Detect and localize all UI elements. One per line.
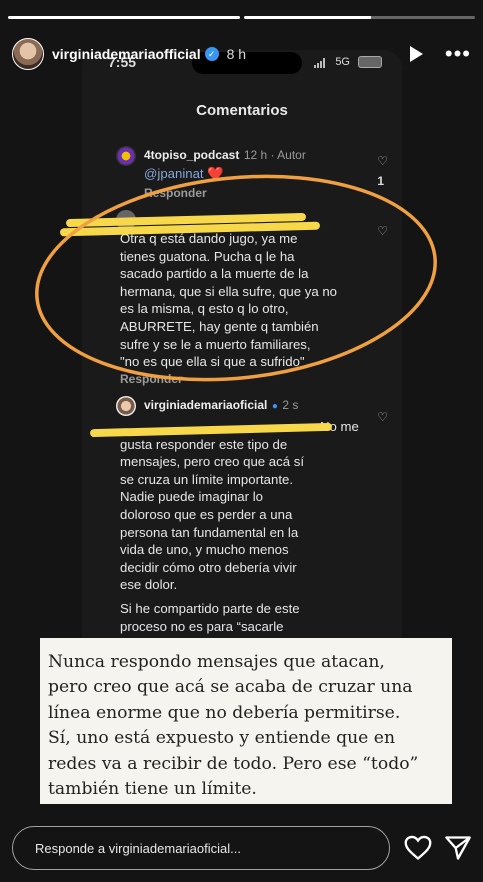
- reply-placeholder: Responde a virginiademariaoficial...: [35, 840, 241, 856]
- text-line: también tiene un límite.: [48, 779, 257, 800]
- text-line: pero creo que acá se acaba de cruzar una: [48, 677, 413, 698]
- reply-input[interactable]: Responde a virginiademariaoficial...: [12, 826, 390, 870]
- more-options-icon[interactable]: •••: [445, 43, 471, 65]
- send-icon[interactable]: [444, 835, 472, 861]
- verified-badge-icon: ✓: [204, 47, 219, 61]
- story-progress: [8, 16, 475, 19]
- progress-segment: [8, 16, 240, 19]
- text-line: Nunca respondo mensajes que atacan,: [48, 652, 385, 672]
- story-text-box: Nunca respondo mensajes que atacan, pero…: [40, 638, 452, 804]
- story-header: virginiademariaofficial ✓ 8 h •••: [12, 34, 471, 74]
- progress-segment: [243, 16, 475, 19]
- story-time: 8 h: [226, 46, 247, 62]
- story-username[interactable]: virginiademariaofficial: [52, 46, 201, 62]
- heart-icon[interactable]: [404, 835, 432, 861]
- play-icon[interactable]: [409, 46, 423, 62]
- text-line: Sí, uno está expuesto y entiende que en: [48, 728, 396, 749]
- text-line: línea enorme que no debería permitirse.: [48, 702, 401, 723]
- story-viewer: 7:55 5G Comentarios 4topiso_podcast 12 h…: [0, 0, 483, 882]
- text-line: redes va a recibir de todo. Pero ese “to…: [48, 753, 419, 774]
- avatar[interactable]: [12, 38, 44, 70]
